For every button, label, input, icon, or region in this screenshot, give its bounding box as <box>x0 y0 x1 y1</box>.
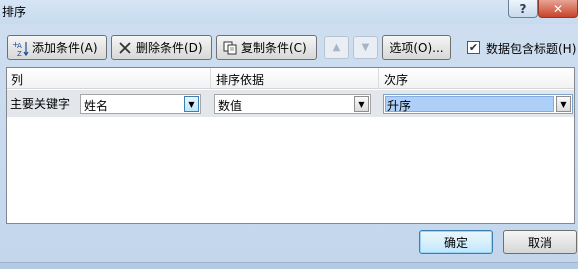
column-select-value: 姓名 <box>84 99 109 113</box>
sort-on-select-value: 数值 <box>218 99 243 113</box>
copy-icon <box>221 39 239 57</box>
arrow-up-icon: ▲ <box>332 42 341 53</box>
chevron-down-icon[interactable]: ▼ <box>354 96 369 112</box>
options-button[interactable]: 选项(O)... <box>382 35 451 60</box>
title-bar[interactable]: 排序 ? ✕ <box>0 0 578 24</box>
delete-level-label: 删除条件(D) <box>136 41 203 55</box>
column-header-column: 列 <box>11 73 24 87</box>
add-level-label: 添加条件(A) <box>32 41 98 55</box>
svg-text:A: A <box>17 42 22 50</box>
close-button[interactable]: ✕ <box>538 0 578 18</box>
help-button[interactable]: ? <box>508 0 538 18</box>
options-label: 选项(O)... <box>389 41 444 55</box>
copy-level-label: 复制条件(C) <box>241 41 307 55</box>
add-level-icon: + A Z <box>12 39 30 57</box>
header-divider <box>378 68 379 88</box>
sort-dialog: 排序 ? ✕ + A Z 添加条件(A) 删除条件(D) 复制条件(C) ▲ ▼… <box>0 0 578 269</box>
move-down-button[interactable]: ▼ <box>353 36 378 59</box>
header-divider <box>210 68 211 88</box>
order-select-value: 升序 <box>387 99 412 113</box>
column-select[interactable]: 姓名 ▼ <box>80 94 201 114</box>
cancel-label: 取消 <box>527 235 552 250</box>
delete-icon <box>116 39 134 57</box>
close-icon: ✕ <box>552 1 564 16</box>
header-checkbox[interactable]: ✔ <box>467 41 480 54</box>
level-label: 主要关键字 <box>10 97 71 111</box>
ok-button[interactable]: 确定 <box>419 230 493 254</box>
grid-header: 列 排序依据 次序 <box>7 68 574 89</box>
copy-level-button[interactable]: 复制条件(C) <box>216 35 317 60</box>
chevron-down-icon[interactable]: ▼ <box>184 96 199 112</box>
move-up-button[interactable]: ▲ <box>324 36 349 59</box>
svg-text:Z: Z <box>17 50 22 57</box>
arrow-down-icon: ▼ <box>361 42 370 53</box>
cancel-button[interactable]: 取消 <box>503 230 577 254</box>
ok-label: 确定 <box>443 235 468 250</box>
column-header-sort-on: 排序依据 <box>216 73 265 87</box>
dialog-title: 排序 <box>2 5 27 19</box>
help-icon: ? <box>519 1 527 16</box>
check-icon: ✔ <box>468 41 479 54</box>
chevron-down-icon[interactable]: ▼ <box>556 96 571 112</box>
sort-on-select[interactable]: 数值 ▼ <box>214 94 371 114</box>
add-level-button[interactable]: + A Z 添加条件(A) <box>7 35 107 60</box>
order-select[interactable]: 升序 ▼ <box>383 94 573 114</box>
delete-level-button[interactable]: 删除条件(D) <box>111 35 212 60</box>
sort-levels-grid: 列 排序依据 次序 主要关键字 姓名 ▼ 数值 ▼ 升序 ▼ <box>6 67 575 224</box>
column-header-order: 次序 <box>384 73 409 87</box>
header-checkbox-label[interactable]: 数据包含标题(H) <box>486 40 576 57</box>
window-bottom-edge <box>0 262 578 269</box>
sort-level-row[interactable]: 主要关键字 姓名 ▼ 数值 ▼ 升序 ▼ <box>7 90 574 117</box>
